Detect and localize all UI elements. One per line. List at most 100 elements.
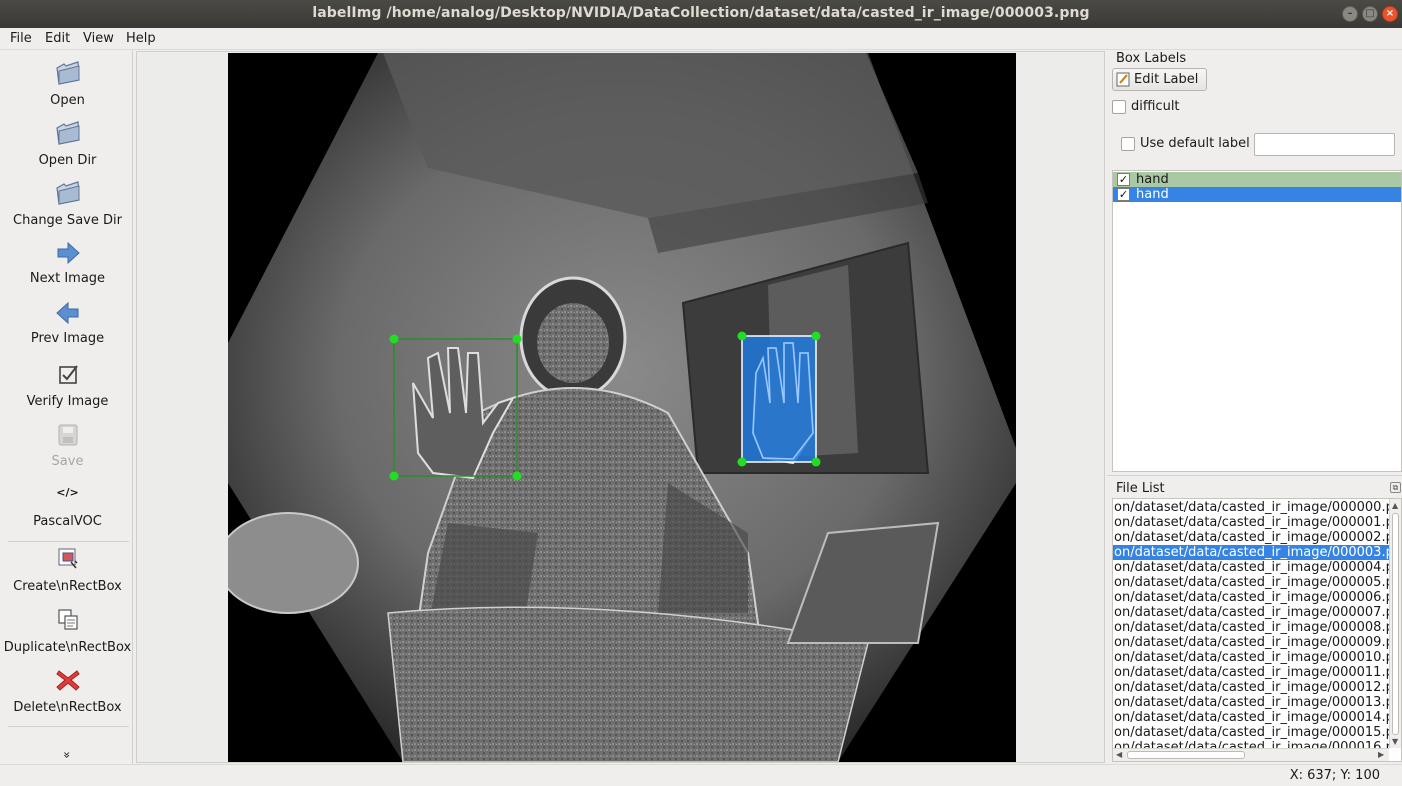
scroll-left-icon[interactable]: ◀	[1116, 750, 1122, 759]
difficult-checkbox[interactable]	[1112, 100, 1126, 114]
folder-icon	[55, 181, 80, 205]
file-list-item[interactable]: on/dataset/data/casted_ir_image/000001.p…	[1113, 515, 1389, 530]
menu-bar: File Edit View Help	[0, 28, 1402, 50]
edit-label-button[interactable]: Edit Label	[1112, 68, 1207, 91]
file-list-item[interactable]: on/dataset/data/casted_ir_image/000012.p…	[1113, 680, 1389, 695]
file-list-item[interactable]: on/dataset/data/casted_ir_image/000005.p…	[1113, 575, 1389, 590]
format-label: PascalVOC	[33, 514, 102, 529]
file-list-item[interactable]: on/dataset/data/casted_ir_image/000002.p…	[1113, 530, 1389, 545]
box-handle[interactable]	[389, 334, 399, 344]
cursor-position: X: 637; Y: 100	[1289, 768, 1380, 783]
scroll-thumb[interactable]	[1392, 513, 1399, 735]
file-list-item[interactable]: on/dataset/data/casted_ir_image/000014.p…	[1113, 710, 1389, 725]
file-list-item[interactable]: on/dataset/data/casted_ir_image/000015.p…	[1113, 725, 1389, 740]
open-dir-button[interactable]: Open Dir	[2, 118, 133, 173]
bounding-box-hand-2[interactable]	[737, 331, 821, 467]
menu-view[interactable]: View	[83, 31, 114, 46]
scroll-right-icon[interactable]: ▶	[1378, 750, 1384, 759]
verify-image-label: Verify Image	[26, 394, 109, 409]
open-button[interactable]: Open	[2, 58, 133, 113]
file-list-item[interactable]: on/dataset/data/casted_ir_image/000010.p…	[1113, 650, 1389, 665]
file-list-item[interactable]: on/dataset/data/casted_ir_image/000004.p…	[1113, 560, 1389, 575]
verify-image-button[interactable]: Verify Image	[2, 360, 133, 415]
toolbar-separator	[8, 541, 129, 542]
file-list-item-selected[interactable]: on/dataset/data/casted_ir_image/000003.p…	[1113, 545, 1389, 560]
label-text: hand	[1136, 172, 1169, 187]
default-label-input[interactable]	[1254, 133, 1395, 156]
next-image-button[interactable]: Next Image	[2, 238, 133, 293]
use-default-label-label: Use default label	[1140, 136, 1250, 151]
window-title: labelImg /home/analog/Desktop/NVIDIA/Dat…	[312, 5, 1090, 21]
use-default-label-checkbox[interactable]	[1121, 137, 1135, 151]
annotated-image[interactable]	[228, 53, 1016, 762]
status-bar: X: 637; Y: 100	[0, 764, 1402, 786]
file-list-item[interactable]: on/dataset/data/casted_ir_image/000008.p…	[1113, 620, 1389, 635]
label-list-item-selected[interactable]: ✓ hand	[1113, 187, 1401, 202]
box-handle[interactable]	[811, 457, 821, 467]
format-button[interactable]: </> PascalVOC	[2, 482, 133, 537]
file-list-title: File List	[1116, 481, 1165, 496]
right-dock: Box Labels Edit Label difficult Use defa…	[1107, 51, 1402, 764]
create-box-icon	[58, 548, 78, 569]
maximize-icon[interactable]: □	[1362, 6, 1378, 22]
file-list-item[interactable]: on/dataset/data/casted_ir_image/000009.p…	[1113, 635, 1389, 650]
menu-help[interactable]: Help	[126, 31, 156, 46]
box-handle[interactable]	[811, 331, 821, 341]
duplicate-rectbox-label: Duplicate\nRectBox	[3, 640, 132, 655]
create-rectbox-label: Create\nRectBox	[13, 579, 122, 594]
scroll-up-icon[interactable]: ▲	[1392, 501, 1398, 510]
file-list-item[interactable]: on/dataset/data/casted_ir_image/000000.p…	[1113, 500, 1389, 515]
label-visible-checkbox[interactable]: ✓	[1117, 173, 1130, 186]
file-list-item[interactable]: on/dataset/data/casted_ir_image/000006.p…	[1113, 590, 1389, 605]
float-dock-icon[interactable]: ⧉	[1390, 482, 1401, 493]
canvas-area[interactable]	[136, 51, 1105, 763]
duplicate-icon	[57, 609, 78, 630]
scroll-down-icon[interactable]: ▼	[1392, 737, 1398, 746]
file-list-hscrollbar[interactable]: ◀ ▶	[1113, 748, 1389, 761]
menu-edit[interactable]: Edit	[45, 31, 70, 46]
code-icon: </>	[56, 486, 79, 499]
delete-rectbox-button[interactable]: Delete\nRectBox	[2, 666, 133, 721]
box-handle[interactable]	[512, 471, 522, 481]
dock-splitter[interactable]	[1107, 475, 1402, 476]
open-dir-label: Open Dir	[38, 153, 97, 168]
window-titlebar: labelImg /home/analog/Desktop/NVIDIA/Dat…	[0, 0, 1402, 28]
label-visible-checkbox[interactable]: ✓	[1117, 188, 1130, 201]
folder-icon	[55, 61, 80, 85]
label-list[interactable]: ✓ hand ✓ hand	[1112, 170, 1402, 472]
menu-file[interactable]: File	[10, 31, 32, 46]
box-handle[interactable]	[512, 334, 522, 344]
change-save-dir-button[interactable]: Change Save Dir	[2, 178, 133, 233]
save-button[interactable]: Save	[2, 420, 133, 475]
box-handle[interactable]	[737, 331, 747, 341]
folder-icon	[55, 121, 80, 145]
box-handle[interactable]	[737, 457, 747, 467]
file-list[interactable]: on/dataset/data/casted_ir_image/000000.p…	[1112, 498, 1402, 762]
ir-image[interactable]	[228, 53, 1016, 762]
arrow-left-icon	[55, 301, 78, 325]
box-handle[interactable]	[389, 471, 399, 481]
file-list-vscrollbar[interactable]: ▲ ▼	[1389, 499, 1401, 748]
scroll-thumb[interactable]	[1127, 751, 1245, 759]
label-text: hand	[1136, 187, 1169, 202]
minimize-icon[interactable]: –	[1342, 6, 1358, 22]
delete-rectbox-label: Delete\nRectBox	[13, 700, 122, 715]
next-image-label: Next Image	[29, 271, 106, 286]
duplicate-rectbox-button[interactable]: Duplicate\nRectBox	[2, 605, 133, 660]
edit-icon	[1116, 72, 1130, 87]
file-list-item[interactable]: on/dataset/data/casted_ir_image/000007.p…	[1113, 605, 1389, 620]
label-list-item[interactable]: ✓ hand	[1113, 172, 1401, 187]
open-label: Open	[50, 93, 85, 108]
arrow-right-icon	[57, 241, 80, 265]
chevron-down-icon: »	[60, 751, 74, 759]
close-icon[interactable]: ×	[1382, 6, 1398, 22]
prev-image-button[interactable]: Prev Image	[2, 298, 133, 353]
delete-icon	[55, 670, 80, 691]
difficult-label: difficult	[1131, 99, 1180, 114]
save-label: Save	[51, 454, 84, 469]
toolbar-extension-button[interactable]: »	[2, 748, 133, 764]
file-list-item[interactable]: on/dataset/data/casted_ir_image/000011.p…	[1113, 665, 1389, 680]
toolbar-separator	[8, 726, 129, 727]
create-rectbox-button[interactable]: Create\nRectBox	[2, 544, 133, 599]
file-list-item[interactable]: on/dataset/data/casted_ir_image/000013.p…	[1113, 695, 1389, 710]
